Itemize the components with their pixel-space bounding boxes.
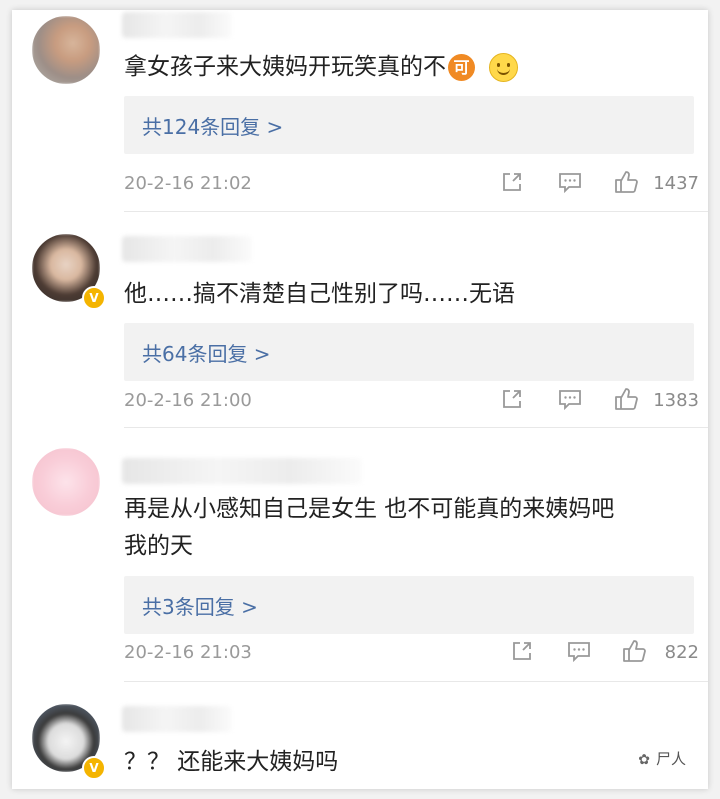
like-count: 1437	[653, 173, 699, 194]
like-count: 822	[664, 642, 699, 663]
comment-icon[interactable]	[557, 386, 583, 412]
like-icon[interactable]	[621, 638, 647, 664]
comment-meta: 20-2-16 21:02 1437	[124, 169, 699, 199]
timestamp: 20-2-16 21:00	[124, 390, 252, 411]
timestamp: 20-2-16 21:02	[124, 173, 252, 194]
comment-item: V 他……搞不清楚自己性别了吗……无语 共64条回复 > 20-2-16 21:…	[12, 212, 708, 428]
replies-link[interactable]: 共64条回复 >	[142, 338, 271, 367]
avatar[interactable]	[32, 16, 100, 84]
replies-link[interactable]: 共124条回复 >	[142, 111, 283, 140]
replies-box[interactable]: 共124条回复 >	[124, 96, 694, 154]
replies-link[interactable]: 共3条回复 >	[142, 591, 258, 620]
comment-icon[interactable]	[557, 169, 583, 195]
comment-text: 再是从小感知自己是女生 也不可能真的来姨妈吧 我的天	[124, 496, 615, 559]
comment-list: 拿女孩子来大姨妈开玩笑真的不可 共124条回复 > 20-2-16 21:02 …	[12, 10, 708, 789]
comment-icon[interactable]	[566, 638, 592, 664]
comment-text: 他……搞不清楚自己性别了吗……无语	[124, 281, 515, 307]
like-icon[interactable]	[613, 169, 639, 195]
verified-badge: V	[82, 756, 106, 780]
wechat-icon: ✿	[638, 752, 650, 768]
replies-box[interactable]: 共3条回复 >	[124, 576, 694, 634]
comment-meta: 20-2-16 21:03 822	[124, 638, 699, 668]
comment-item: 拿女孩子来大姨妈开玩笑真的不可 共124条回复 > 20-2-16 21:02 …	[12, 10, 708, 212]
verified-badge: V	[82, 286, 106, 310]
comment-text: ？？ 还能来大姨妈吗	[124, 749, 339, 775]
timestamp: 20-2-16 21:03	[124, 642, 252, 663]
share-icon[interactable]	[509, 638, 535, 664]
like-count: 1383	[653, 390, 699, 411]
username[interactable]	[122, 706, 232, 732]
username[interactable]	[122, 236, 252, 262]
comment-text: 拿女孩子来大姨妈开玩笑真的不可	[124, 49, 518, 86]
replies-box[interactable]: 共64条回复 >	[124, 323, 694, 381]
share-icon[interactable]	[499, 386, 525, 412]
share-icon[interactable]	[499, 169, 525, 195]
comment-item: V ？？ 还能来大姨妈吗 ✿ 尸人	[12, 682, 708, 789]
comment-item: 再是从小感知自己是女生 也不可能真的来姨妈吧 我的天 共3条回复 > 20-2-…	[12, 428, 708, 682]
like-icon[interactable]	[613, 386, 639, 412]
username[interactable]	[122, 12, 232, 38]
watermark: ✿ 尸人	[638, 750, 686, 768]
comment-meta: 20-2-16 21:00 1383	[124, 386, 699, 416]
avatar[interactable]	[32, 448, 100, 516]
ke-emoji-icon: 可	[448, 54, 475, 81]
username[interactable]	[122, 458, 362, 484]
smile-emoji-icon	[489, 53, 518, 82]
